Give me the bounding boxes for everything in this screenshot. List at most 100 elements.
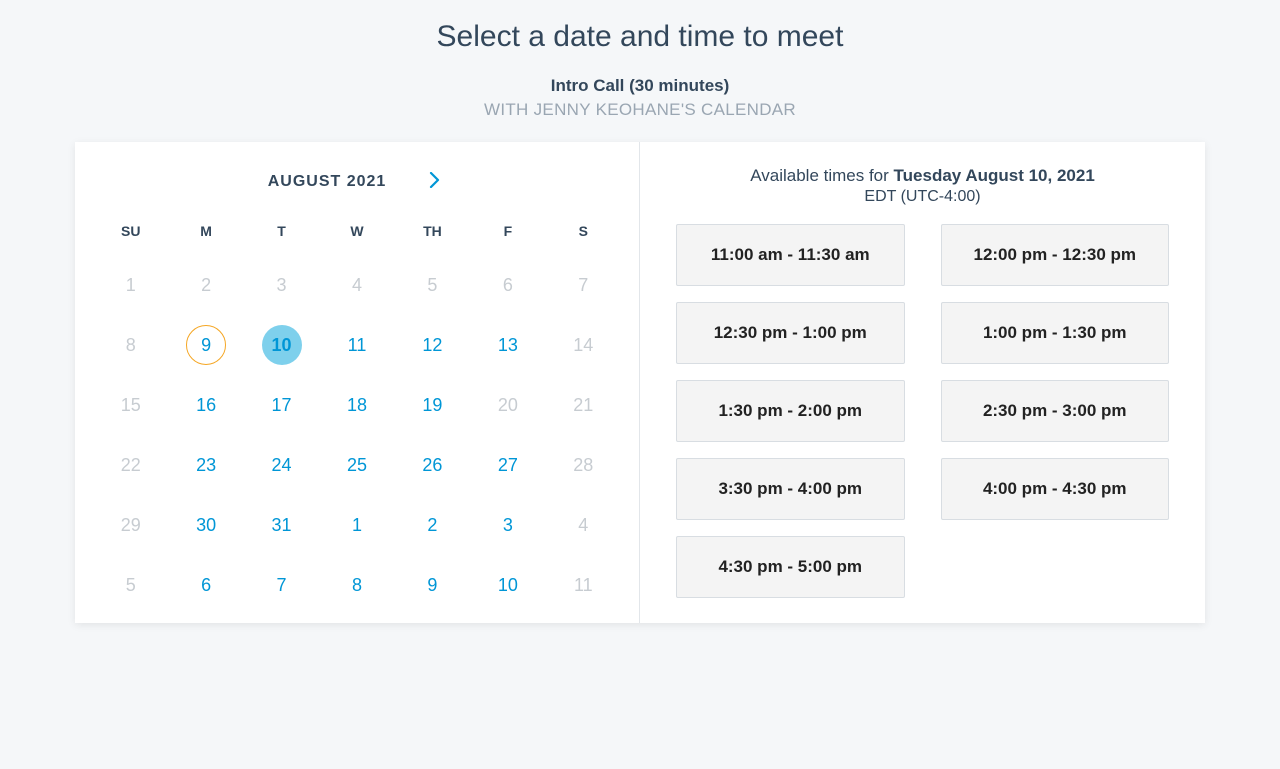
calendar-day[interactable]: 12 [412,325,452,365]
calendar-day[interactable]: 3 [488,505,528,545]
calendar-day[interactable]: 9 [186,325,226,365]
time-slot-button[interactable]: 4:30 pm - 5:00 pm [676,536,905,598]
calendar-day: 6 [488,265,528,305]
calendar-day-cell: 25 [319,445,394,485]
time-slot-button[interactable]: 12:30 pm - 1:00 pm [676,302,905,364]
time-slot-button[interactable]: 2:30 pm - 3:00 pm [941,380,1170,442]
calendar-header: AUGUST 2021 [93,168,621,195]
calendar-day: 11 [563,565,603,605]
time-slot-button[interactable]: 1:30 pm - 2:00 pm [676,380,905,442]
calendar-dow: M [168,223,243,245]
host-line: WITH JENNY KEOHANE'S CALENDAR [0,100,1280,120]
subtitle-block: Intro Call (30 minutes) WITH JENNY KEOHA… [0,76,1280,120]
time-slot-button[interactable]: 3:30 pm - 4:00 pm [676,458,905,520]
calendar-day-cell: 16 [168,385,243,425]
calendar-day-cell: 7 [546,265,621,305]
calendar-day: 2 [186,265,226,305]
chevron-right-icon [428,172,442,191]
calendar-day-cell: 4 [319,265,394,305]
calendar-day[interactable]: 27 [488,445,528,485]
calendar-day: 1 [111,265,151,305]
calendar-month-label: AUGUST 2021 [268,173,387,191]
calendar-day-cell: 28 [546,445,621,485]
calendar-day-cell: 1 [93,265,168,305]
calendar-day-cell: 23 [168,445,243,485]
calendar-dow: TH [395,223,470,245]
calendar-day-cell: 29 [93,505,168,545]
calendar-day-cell: 13 [470,325,545,365]
calendar-day[interactable]: 7 [262,565,302,605]
calendar-day-cell: 6 [470,265,545,305]
calendar-day-cell: 18 [319,385,394,425]
slot-grid: 11:00 am - 11:30 am 12:00 pm - 12:30 pm 12… [676,224,1169,598]
calendar-day-cell: 10 [244,325,319,365]
calendar-day-cell: 14 [546,325,621,365]
calendar-day: 5 [111,565,151,605]
calendar-day-cell: 8 [319,565,394,605]
times-header: Available times for Tuesday August 10, 2… [676,166,1169,206]
calendar-day-cell: 8 [93,325,168,365]
calendar-day-cell: 15 [93,385,168,425]
calendar-day-cell: 17 [244,385,319,425]
calendar-day: 3 [262,265,302,305]
calendar-day-cell: 31 [244,505,319,545]
calendar-day-cell: 11 [546,565,621,605]
calendar-day-cell: 5 [93,565,168,605]
calendar-day[interactable]: 17 [262,385,302,425]
calendar-day[interactable]: 18 [337,385,377,425]
calendar-day[interactable]: 23 [186,445,226,485]
calendar-day[interactable]: 10 [262,325,302,365]
calendar-day-cell: 3 [244,265,319,305]
time-slot-button[interactable]: 11:00 am - 11:30 am [676,224,905,286]
time-slot-button[interactable]: 1:00 pm - 1:30 pm [941,302,1170,364]
calendar-dow: W [319,223,394,245]
calendar-day[interactable]: 1 [337,505,377,545]
calendar-day-cell: 10 [470,565,545,605]
calendar-day-cell: 24 [244,445,319,485]
calendar-day: 14 [563,325,603,365]
calendar-day[interactable]: 13 [488,325,528,365]
times-prefix: Available times for [750,166,893,185]
calendar-day[interactable]: 6 [186,565,226,605]
calendar-day-cell: 26 [395,445,470,485]
calendar-day[interactable]: 24 [262,445,302,485]
calendar-day-cell: 19 [395,385,470,425]
calendar-day-cell: 21 [546,385,621,425]
calendar-day: 4 [563,505,603,545]
calendar-day: 28 [563,445,603,485]
calendar-day[interactable]: 16 [186,385,226,425]
meeting-name: Intro Call (30 minutes) [0,76,1280,96]
calendar-next-button[interactable] [424,168,446,195]
calendar-grid: SUMTWTHFS1234567891011121314151617181920… [93,223,621,605]
calendar-day: 8 [111,325,151,365]
calendar-day-cell: 1 [319,505,394,545]
calendar-day-cell: 9 [168,325,243,365]
calendar-day-cell: 30 [168,505,243,545]
calendar-day: 22 [111,445,151,485]
calendar-day[interactable]: 2 [412,505,452,545]
calendar-day[interactable]: 19 [412,385,452,425]
calendar-day[interactable]: 10 [488,565,528,605]
calendar-day[interactable]: 8 [337,565,377,605]
calendar-day-cell: 2 [395,505,470,545]
calendar-day-cell: 7 [244,565,319,605]
time-slot-button[interactable]: 4:00 pm - 4:30 pm [941,458,1170,520]
calendar-day[interactable]: 26 [412,445,452,485]
calendar-day[interactable]: 31 [262,505,302,545]
calendar-day: 29 [111,505,151,545]
calendar-day[interactable]: 9 [412,565,452,605]
calendar-day-cell: 4 [546,505,621,545]
time-slot-button[interactable]: 12:00 pm - 12:30 pm [941,224,1170,286]
calendar-day-cell: 22 [93,445,168,485]
calendar-day[interactable]: 30 [186,505,226,545]
calendar-day[interactable]: 11 [337,325,377,365]
calendar-day: 20 [488,385,528,425]
calendar-dow: F [470,223,545,245]
calendar-day-cell: 12 [395,325,470,365]
calendar-panel: AUGUST 2021 SUMTWTHFS1234567891011121314… [75,142,640,623]
page-title: Select a date and time to meet [0,20,1280,54]
calendar-day-cell: 5 [395,265,470,305]
calendar-day-cell: 11 [319,325,394,365]
calendar-day: 4 [337,265,377,305]
calendar-day[interactable]: 25 [337,445,377,485]
